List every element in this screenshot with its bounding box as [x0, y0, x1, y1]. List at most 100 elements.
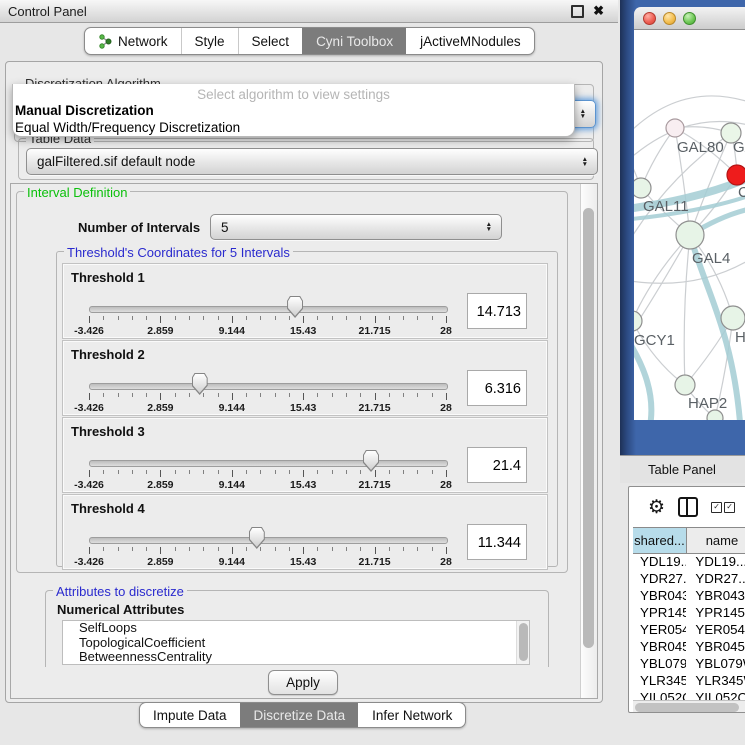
- number-of-intervals-value: 5: [221, 220, 229, 235]
- vertical-scrollbar[interactable]: [580, 184, 597, 698]
- network-icon: [98, 34, 113, 49]
- table-row[interactable]: YBR045CYBR045C: [633, 639, 745, 656]
- zoom-traffic-light[interactable]: [683, 12, 696, 25]
- top-tab-strip: Network Style Select Cyni Toolbox jActiv…: [84, 27, 535, 55]
- threshold-1-slider-track[interactable]: [89, 306, 448, 313]
- cell-name[interactable]: YDR27...: [686, 571, 745, 588]
- interval-definition-title: Interval Definition: [24, 185, 130, 200]
- horizontal-scrollbar-thumb[interactable]: [635, 703, 739, 712]
- cell-name[interactable]: YBR043C: [686, 588, 745, 605]
- network-node-GCY1[interactable]: [634, 311, 642, 331]
- threshold-4-value-field[interactable]: 11.344: [467, 524, 527, 560]
- checkbox-icons[interactable]: ✓ ✓: [711, 502, 735, 513]
- network-node-GAL80[interactable]: [666, 119, 684, 137]
- tab-select[interactable]: Select: [238, 28, 303, 54]
- cell-shared-name[interactable]: YIL052C: [633, 690, 686, 700]
- float-window-icon[interactable]: [571, 5, 584, 18]
- close-traffic-light[interactable]: [643, 12, 656, 25]
- cell-shared-name[interactable]: YBL079W: [633, 656, 686, 673]
- cell-shared-name[interactable]: YDR27...: [633, 571, 686, 588]
- node-label: GAL4: [692, 250, 730, 267]
- network-node-GAL4[interactable]: [676, 221, 704, 249]
- number-of-intervals-combobox[interactable]: 5 ▲▼: [210, 214, 502, 240]
- horizontal-scrollbar[interactable]: [633, 700, 745, 713]
- cell-shared-name[interactable]: YPR145W: [633, 605, 686, 622]
- threshold-1-slider-thumb[interactable]: [287, 296, 303, 318]
- network-canvas[interactable]: GAL80GACGAL11GAL4GCY1HHAP2: [634, 30, 745, 420]
- network-node-C[interactable]: [727, 165, 745, 185]
- apply-button[interactable]: Apply: [268, 670, 338, 695]
- number-of-intervals-label: Number of Intervals: [78, 220, 200, 235]
- column-header-shared-name[interactable]: shared...: [633, 528, 687, 553]
- numerical-attributes-list[interactable]: SelfLoopsTopologicalCoefficientBetweenne…: [62, 620, 530, 665]
- tab-infer-network[interactable]: Infer Network: [358, 703, 465, 727]
- cell-name[interactable]: YIL052C: [686, 690, 745, 700]
- network-node-GAL11[interactable]: [634, 178, 651, 198]
- table-row[interactable]: YDR27...YDR27...: [633, 571, 745, 588]
- tab-impute-data[interactable]: Impute Data: [140, 703, 240, 727]
- table-row[interactable]: YIL052CYIL052C: [633, 690, 745, 700]
- cell-name[interactable]: YDL19...: [686, 554, 745, 571]
- table-row[interactable]: YLR345WYLR345W: [633, 673, 745, 690]
- cell-shared-name[interactable]: YER054C: [633, 622, 686, 639]
- dropdown-item-equal-width[interactable]: Equal Width/Frequency Discretization: [13, 119, 574, 136]
- table-data-combobox[interactable]: galFiltered.sif default node ▲▼: [26, 148, 598, 175]
- bottom-tab-strip: Impute Data Discretize Data Infer Networ…: [139, 702, 466, 728]
- tab-jactivemnodules[interactable]: jActiveMNodules: [406, 28, 534, 54]
- checkbox-icon[interactable]: ✓: [724, 502, 735, 513]
- network-window: GAL80GACGAL11GAL4GCY1HHAP2: [634, 7, 745, 420]
- tab-discretize-data[interactable]: Discretize Data: [240, 703, 359, 727]
- table-row[interactable]: YER054CYER054C: [633, 622, 745, 639]
- network-window-titlebar: [634, 7, 745, 30]
- table-row[interactable]: YBR043CYBR043C: [633, 588, 745, 605]
- cell-shared-name[interactable]: YBR043C: [633, 588, 686, 605]
- combo-arrows-icon: ▲▼: [486, 222, 492, 232]
- cell-name[interactable]: YER054C: [686, 622, 745, 639]
- column-header-name[interactable]: name: [687, 528, 745, 553]
- cell-shared-name[interactable]: YDL19...: [633, 554, 686, 571]
- threshold-2-value-field[interactable]: 6.316: [467, 370, 527, 406]
- attributes-group-title: Attributes to discretize: [53, 584, 187, 599]
- threshold-3-slider-thumb[interactable]: [363, 450, 379, 472]
- tab-style[interactable]: Style: [181, 28, 238, 54]
- list-scrollbar[interactable]: [516, 621, 529, 664]
- threshold-4-label: Threshold 4: [71, 501, 145, 516]
- threshold-1-label: Threshold 1: [71, 270, 145, 285]
- network-node-H[interactable]: [721, 306, 745, 330]
- threshold-2-slider-track[interactable]: [89, 383, 448, 390]
- attribute-list-item[interactable]: TopologicalCoefficient: [63, 636, 529, 651]
- table-row[interactable]: YBL079WYBL079W: [633, 656, 745, 673]
- threshold-4-slider-thumb[interactable]: [249, 527, 265, 549]
- threshold-4-slider-track[interactable]: [89, 537, 448, 544]
- network-graph[interactable]: GAL80GACGAL11GAL4GCY1HHAP2: [634, 30, 745, 420]
- control-panel-titlebar: Control Panel ✖: [0, 0, 618, 23]
- network-node-HAP2[interactable]: [675, 375, 695, 395]
- cell-shared-name[interactable]: YLR345W: [633, 673, 686, 690]
- table-row[interactable]: YDL19...YDL19...: [633, 554, 745, 571]
- attribute-list-item[interactable]: SelfLoops: [63, 621, 529, 636]
- list-scrollbar-thumb[interactable]: [519, 623, 528, 661]
- dropdown-item-manual-discretization[interactable]: Manual Discretization: [13, 102, 574, 119]
- cell-name[interactable]: YLR345W: [686, 673, 745, 690]
- table-panel-title: Table Panel: [620, 462, 716, 477]
- table-row[interactable]: YPR145WYPR145W: [633, 605, 745, 622]
- threshold-1-value-field[interactable]: 14.713: [467, 293, 527, 329]
- threshold-3-value-field[interactable]: 21.4: [467, 447, 527, 483]
- table-data-value: galFiltered.sif default node: [37, 154, 195, 169]
- threshold-2-slider-thumb[interactable]: [192, 373, 208, 395]
- gear-icon[interactable]: ⚙: [648, 498, 665, 517]
- vertical-scrollbar-thumb[interactable]: [583, 208, 594, 648]
- checkbox-icon[interactable]: ✓: [711, 502, 722, 513]
- close-icon[interactable]: ✖: [593, 6, 604, 16]
- cell-name[interactable]: YPR145W: [686, 605, 745, 622]
- cell-name[interactable]: YBL079W: [686, 656, 745, 673]
- cell-name[interactable]: YBR045C: [686, 639, 745, 656]
- tab-cyni-toolbox[interactable]: Cyni Toolbox: [302, 28, 406, 54]
- minimize-traffic-light[interactable]: [663, 12, 676, 25]
- threshold-3-slider-track[interactable]: [89, 460, 448, 467]
- split-columns-icon[interactable]: [678, 497, 698, 517]
- attribute-list-item[interactable]: BetweennessCentrality: [63, 650, 529, 665]
- cell-shared-name[interactable]: YBR045C: [633, 639, 686, 656]
- tab-network[interactable]: Network: [85, 28, 181, 54]
- node-label: C: [738, 184, 745, 201]
